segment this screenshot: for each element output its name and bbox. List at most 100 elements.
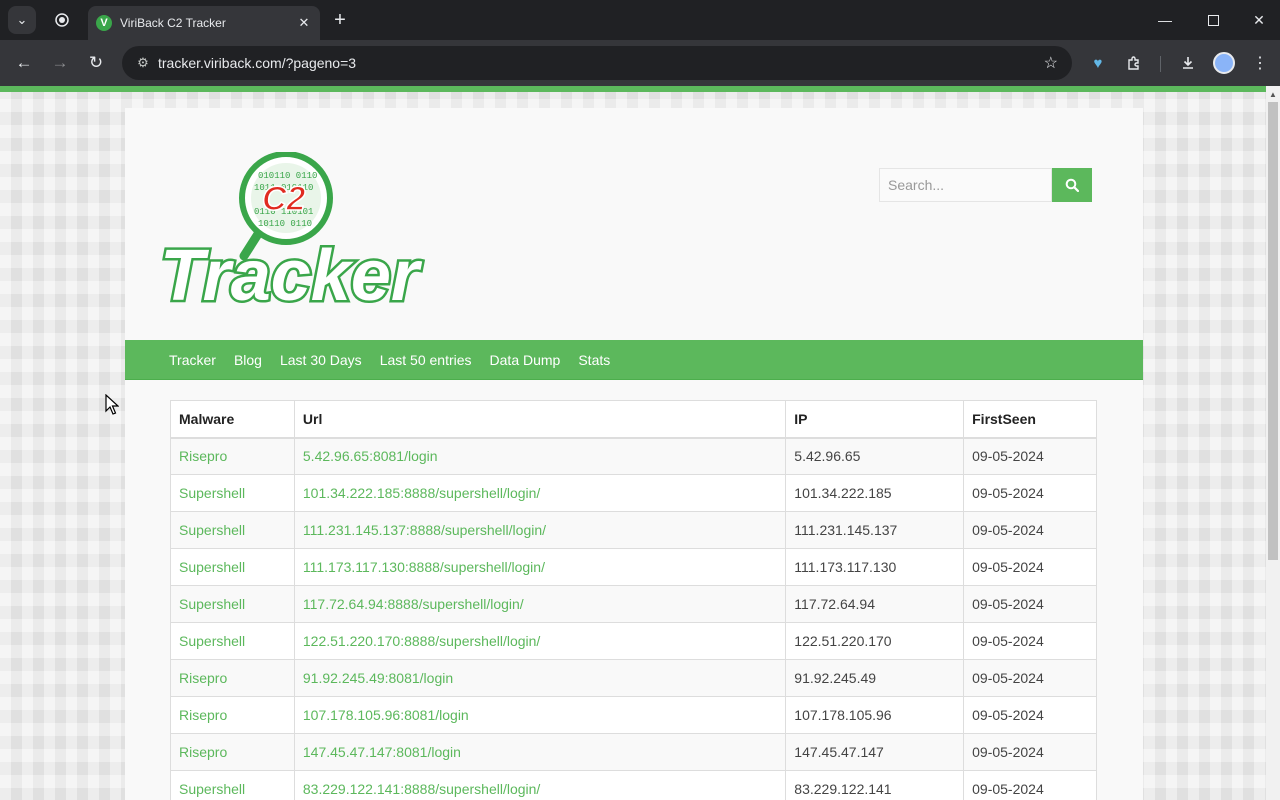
close-window-button[interactable]: ✕ bbox=[1236, 0, 1280, 40]
scrollbar-thumb[interactable] bbox=[1268, 102, 1278, 560]
downloads-icon[interactable] bbox=[1174, 49, 1202, 77]
table-row: Supershell 111.231.145.137:8888/supershel… bbox=[170, 511, 1097, 549]
svg-text:Tracker: Tracker bbox=[160, 236, 423, 312]
url-cell[interactable]: 117.72.64.94:8888/supershell/login/ bbox=[293, 585, 787, 623]
malware-cell[interactable]: Risepro bbox=[170, 659, 295, 697]
url-cell[interactable]: 111.231.145.137:8888/supershell/login/ bbox=[293, 511, 787, 549]
nav-link-stats[interactable]: Stats bbox=[578, 352, 610, 368]
firstseen-cell: 09-05-2024 bbox=[963, 622, 1097, 660]
active-tab[interactable]: V ViriBack C2 Tracker ✕ bbox=[88, 6, 320, 40]
maximize-icon bbox=[1207, 14, 1219, 26]
table-row: Supershell 101.34.222.185:8888/supershell… bbox=[170, 474, 1097, 512]
nav-link-last-30-days[interactable]: Last 30 Days bbox=[280, 352, 362, 368]
svg-text:C2: C2 bbox=[262, 180, 306, 218]
ip-cell: 111.173.117.130 bbox=[785, 548, 965, 586]
url-link[interactable]: 5.42.96.65:8081/login bbox=[303, 448, 438, 464]
extension-heart-icon[interactable]: ♥ bbox=[1084, 49, 1112, 77]
scroll-up-arrow-icon[interactable]: ▲ bbox=[1268, 90, 1278, 100]
ip-cell: 147.45.47.147 bbox=[785, 733, 965, 771]
url-cell[interactable]: 122.51.220.170:8888/supershell/login/ bbox=[293, 622, 787, 660]
malware-cell[interactable]: Supershell bbox=[170, 585, 295, 623]
table-row: Risepro 107.178.105.96:8081/login 107.178.… bbox=[170, 696, 1097, 734]
nav-link-data-dump[interactable]: Data Dump bbox=[490, 352, 561, 368]
firstseen-cell: 09-05-2024 bbox=[963, 437, 1097, 475]
firstseen-cell: 09-05-2024 bbox=[963, 511, 1097, 549]
browser-tab-bar: ⌄ V ViriBack C2 Tracker ✕ + — ✕ bbox=[0, 0, 1280, 40]
url-link[interactable]: 147.45.47.147:8081/login bbox=[303, 744, 461, 760]
table-row: Supershell 122.51.220.170:8888/supershell… bbox=[170, 622, 1097, 660]
url-link[interactable]: 117.72.64.94:8888/supershell/login/ bbox=[303, 596, 524, 612]
browser-menu-icon[interactable]: ⋮ bbox=[1246, 49, 1274, 77]
url-link[interactable]: 122.51.220.170:8888/supershell/login/ bbox=[303, 633, 540, 649]
url-link[interactable]: 111.231.145.137:8888/supershell/login/ bbox=[303, 522, 546, 538]
nav-link-tracker[interactable]: Tracker bbox=[169, 352, 216, 368]
url-cell[interactable]: 147.45.47.147:8081/login bbox=[293, 733, 787, 771]
address-bar[interactable]: ⚙ tracker.viriback.com/?pageno=3 ☆ bbox=[122, 46, 1072, 80]
profile-avatar[interactable] bbox=[1210, 49, 1238, 77]
minimize-button[interactable]: — bbox=[1142, 0, 1188, 40]
url-link[interactable]: 91.92.245.49:8081/login bbox=[303, 670, 453, 686]
table-row: Risepro 91.92.245.49:8081/login 91.92.245.… bbox=[170, 659, 1097, 697]
tab-search-button[interactable]: ⌄ bbox=[8, 6, 36, 34]
nav-link-blog[interactable]: Blog bbox=[234, 352, 262, 368]
url-cell[interactable]: 83.229.122.141:8888/supershell/login/ bbox=[293, 770, 787, 800]
site-info-icon[interactable]: ⚙ bbox=[130, 55, 156, 71]
url-link[interactable]: 111.173.117.130:8888/supershell/login/ bbox=[303, 559, 545, 575]
table-header-row: Malware Url IP FirstSeen bbox=[170, 400, 1097, 439]
malware-cell[interactable]: Supershell bbox=[170, 770, 295, 800]
search-form bbox=[879, 168, 1092, 202]
url-cell[interactable]: 91.92.245.49:8081/login bbox=[293, 659, 787, 697]
extensions-puzzle-icon[interactable] bbox=[1120, 49, 1148, 77]
malware-link[interactable]: Risepro bbox=[179, 448, 227, 464]
malware-link[interactable]: Supershell bbox=[179, 485, 245, 501]
column-header-firstseen: FirstSeen bbox=[963, 400, 1097, 439]
malware-link[interactable]: Supershell bbox=[179, 781, 245, 797]
malware-link[interactable]: Risepro bbox=[179, 707, 227, 723]
malware-cell[interactable]: Supershell bbox=[170, 474, 295, 512]
malware-link[interactable]: Supershell bbox=[179, 522, 245, 538]
arrow-left-icon: ← bbox=[15, 53, 33, 72]
new-tab-button[interactable]: + bbox=[326, 6, 354, 34]
nav-link-last-50-entries[interactable]: Last 50 entries bbox=[380, 352, 472, 368]
malware-cell[interactable]: Risepro bbox=[170, 437, 295, 475]
site-logo[interactable]: 010110 0110 1011 010110 0110 110101 1011… bbox=[158, 151, 458, 319]
c2-table-wrapper: Malware Url IP FirstSeen Risepro 5.42.96.… bbox=[170, 400, 1097, 800]
site-header: 010110 0110 1011 010110 0110 110101 1011… bbox=[125, 108, 1143, 338]
url-cell[interactable]: 107.178.105.96:8081/login bbox=[293, 696, 787, 734]
firstseen-cell: 09-05-2024 bbox=[963, 659, 1097, 697]
malware-link[interactable]: Supershell bbox=[179, 559, 245, 575]
malware-cell[interactable]: Supershell bbox=[170, 622, 295, 660]
malware-link[interactable]: Risepro bbox=[179, 744, 227, 760]
reload-button[interactable]: ↻ bbox=[82, 49, 110, 77]
url-cell[interactable]: 111.173.117.130:8888/supershell/login/ bbox=[293, 548, 787, 586]
table-row: Supershell 111.173.117.130:8888/supershel… bbox=[170, 548, 1097, 586]
url-cell[interactable]: 5.42.96.65:8081/login bbox=[293, 437, 787, 475]
malware-cell[interactable]: Risepro bbox=[170, 696, 295, 734]
url-link[interactable]: 107.178.105.96:8081/login bbox=[303, 707, 469, 723]
search-input[interactable] bbox=[879, 168, 1052, 202]
table-body: Risepro 5.42.96.65:8081/login 5.42.96.65 09… bbox=[170, 437, 1097, 800]
malware-link[interactable]: Risepro bbox=[179, 670, 227, 686]
url-text[interactable]: tracker.viriback.com/?pageno=3 bbox=[158, 55, 1044, 71]
url-cell[interactable]: 101.34.222.185:8888/supershell/login/ bbox=[293, 474, 787, 512]
search-button[interactable] bbox=[1052, 168, 1092, 202]
close-tab-icon[interactable]: ✕ bbox=[296, 15, 312, 31]
bookmark-star-icon[interactable]: ☆ bbox=[1044, 53, 1058, 73]
maximize-button[interactable] bbox=[1190, 0, 1236, 40]
back-button[interactable]: ← bbox=[10, 49, 38, 77]
malware-cell[interactable]: Supershell bbox=[170, 511, 295, 549]
column-header-url: Url bbox=[293, 400, 787, 439]
browser-toolbar: ← → ↻ ⚙ tracker.viriback.com/?pageno=3 ☆… bbox=[0, 40, 1280, 86]
malware-link[interactable]: Supershell bbox=[179, 633, 245, 649]
url-link[interactable]: 101.34.222.185:8888/supershell/login/ bbox=[303, 485, 540, 501]
malware-cell[interactable]: Risepro bbox=[170, 733, 295, 771]
record-icon bbox=[55, 13, 69, 27]
forward-button[interactable]: → bbox=[46, 49, 74, 77]
malware-link[interactable]: Supershell bbox=[179, 596, 245, 612]
url-link[interactable]: 83.229.122.141:8888/supershell/login/ bbox=[303, 781, 540, 797]
malware-cell[interactable]: Supershell bbox=[170, 548, 295, 586]
record-button[interactable] bbox=[48, 6, 76, 34]
vertical-scrollbar[interactable]: ▲ bbox=[1266, 86, 1280, 800]
ip-cell: 101.34.222.185 bbox=[785, 474, 965, 512]
close-icon: ✕ bbox=[1253, 11, 1265, 28]
